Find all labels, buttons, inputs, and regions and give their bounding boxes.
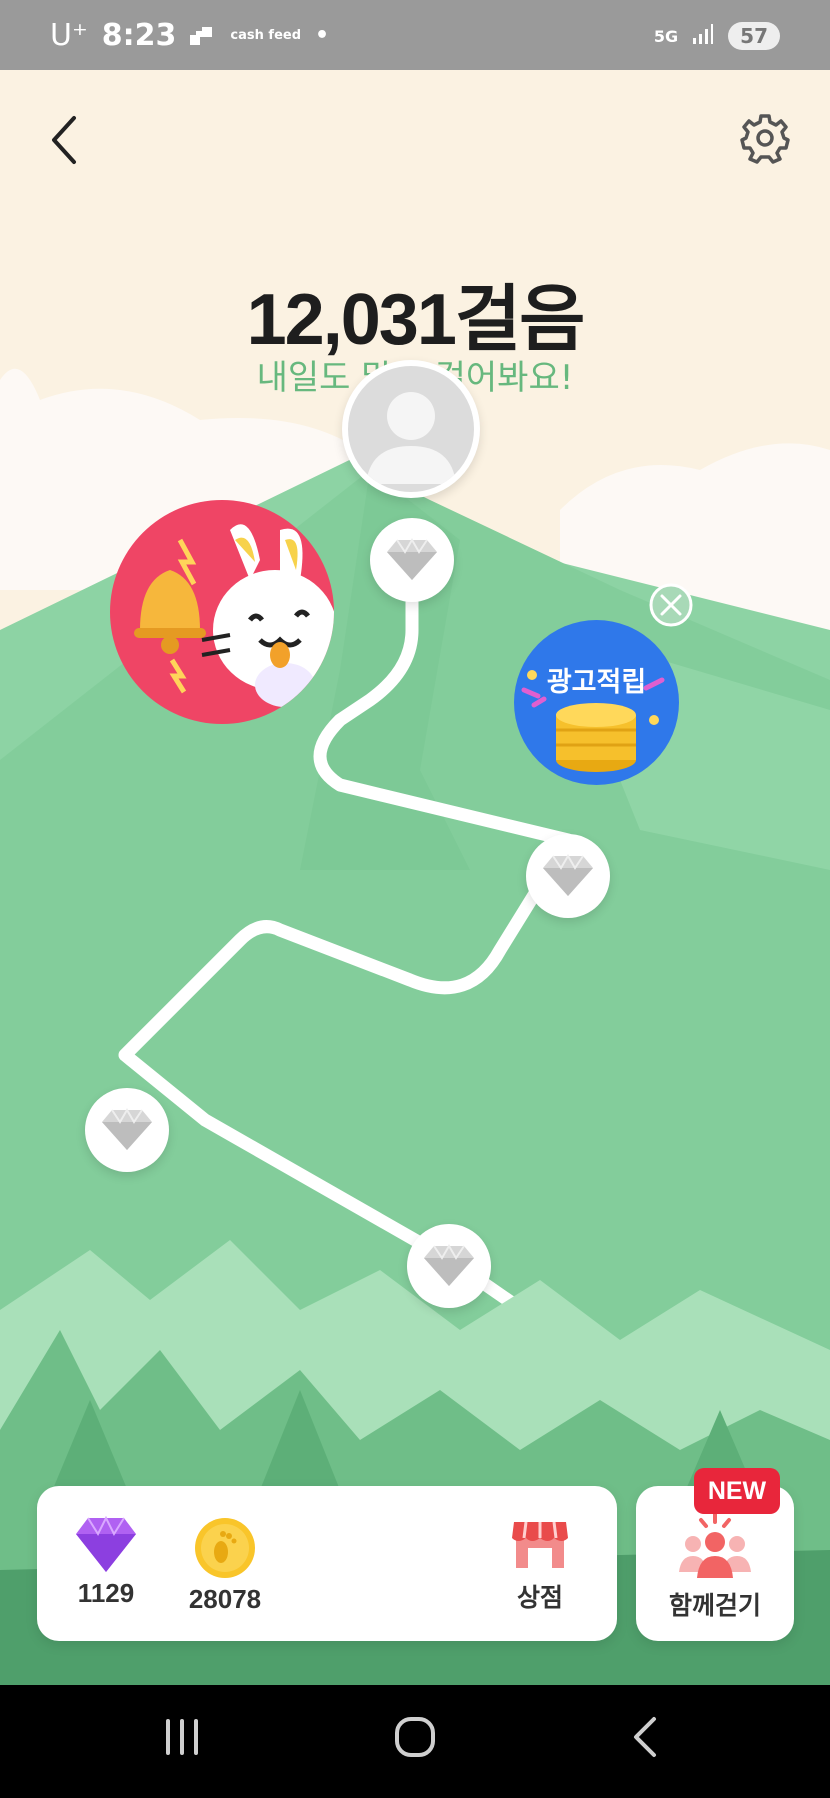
new-badge: NEW (694, 1468, 780, 1514)
gem-stat[interactable]: 1129 (63, 1515, 149, 1609)
user-placeholder-icon (366, 392, 456, 484)
recent-apps-button[interactable] (162, 1715, 202, 1763)
group-people-icon (679, 1512, 751, 1578)
coin-stat[interactable]: 28078 (175, 1516, 275, 1615)
diamond-icon (543, 854, 593, 896)
shop-label: 상점 (516, 1583, 563, 1612)
milestone-node-4[interactable] (407, 1224, 491, 1308)
rabbit-character-icon (201, 524, 334, 707)
wallet-card: 1129 28078 상점 (37, 1486, 617, 1641)
app-screen: 12,031걸음 내일도 많이 걸어봐요! (0, 70, 830, 1685)
notification-icon (190, 18, 216, 53)
coin-stack-icon (521, 670, 665, 772)
recent-apps-icon (166, 1719, 198, 1755)
cashfeed-app-icon: cash feed (230, 29, 301, 42)
system-back-button[interactable] (628, 1715, 664, 1763)
status-bar: U⁺ 8:23 cash feed • 5G 57 (0, 0, 830, 70)
signal-icon (692, 23, 714, 49)
battery-indicator: 57 (728, 22, 780, 50)
diamond-icon (424, 1244, 474, 1286)
diamond-icon (102, 1108, 152, 1150)
back-button[interactable] (42, 110, 88, 170)
settings-button[interactable] (740, 112, 790, 164)
network-type: 5G (653, 26, 679, 46)
cashfeed-label: cash feed (230, 28, 302, 43)
walk-together-label: 함께걷기 (668, 1591, 761, 1620)
status-right: 5G 57 (654, 22, 780, 50)
shop-button[interactable]: 상점 (505, 1516, 575, 1614)
chevron-left-icon (52, 116, 76, 164)
milestone-node-1[interactable] (370, 518, 454, 602)
diamond-icon (387, 538, 437, 580)
alarm-rabbit-bubble[interactable] (110, 500, 334, 724)
gear-icon (740, 114, 790, 164)
system-nav-bar (0, 1685, 830, 1798)
coin-count: 28078 (188, 1584, 262, 1614)
store-icon (512, 1521, 568, 1568)
purple-diamond-icon (76, 1515, 136, 1572)
milestone-node-2[interactable] (526, 834, 610, 918)
back-icon (634, 1717, 656, 1757)
avatar[interactable] (342, 360, 480, 498)
ad-close-button[interactable] (648, 582, 694, 628)
ad-reward-bubble[interactable]: 광고적립 (514, 620, 679, 785)
home-icon (395, 1717, 435, 1757)
footprint-coin-icon (195, 1518, 255, 1578)
status-left: U⁺ 8:23 cash feed • (50, 18, 329, 53)
dot-indicator-icon: • (315, 23, 330, 48)
carrier-label: U⁺ (50, 18, 88, 53)
milestone-node-3[interactable] (85, 1088, 169, 1172)
close-icon (649, 583, 693, 627)
home-button[interactable] (393, 1715, 437, 1763)
status-time: 8:23 (101, 18, 177, 53)
gem-count: 1129 (77, 1578, 135, 1608)
